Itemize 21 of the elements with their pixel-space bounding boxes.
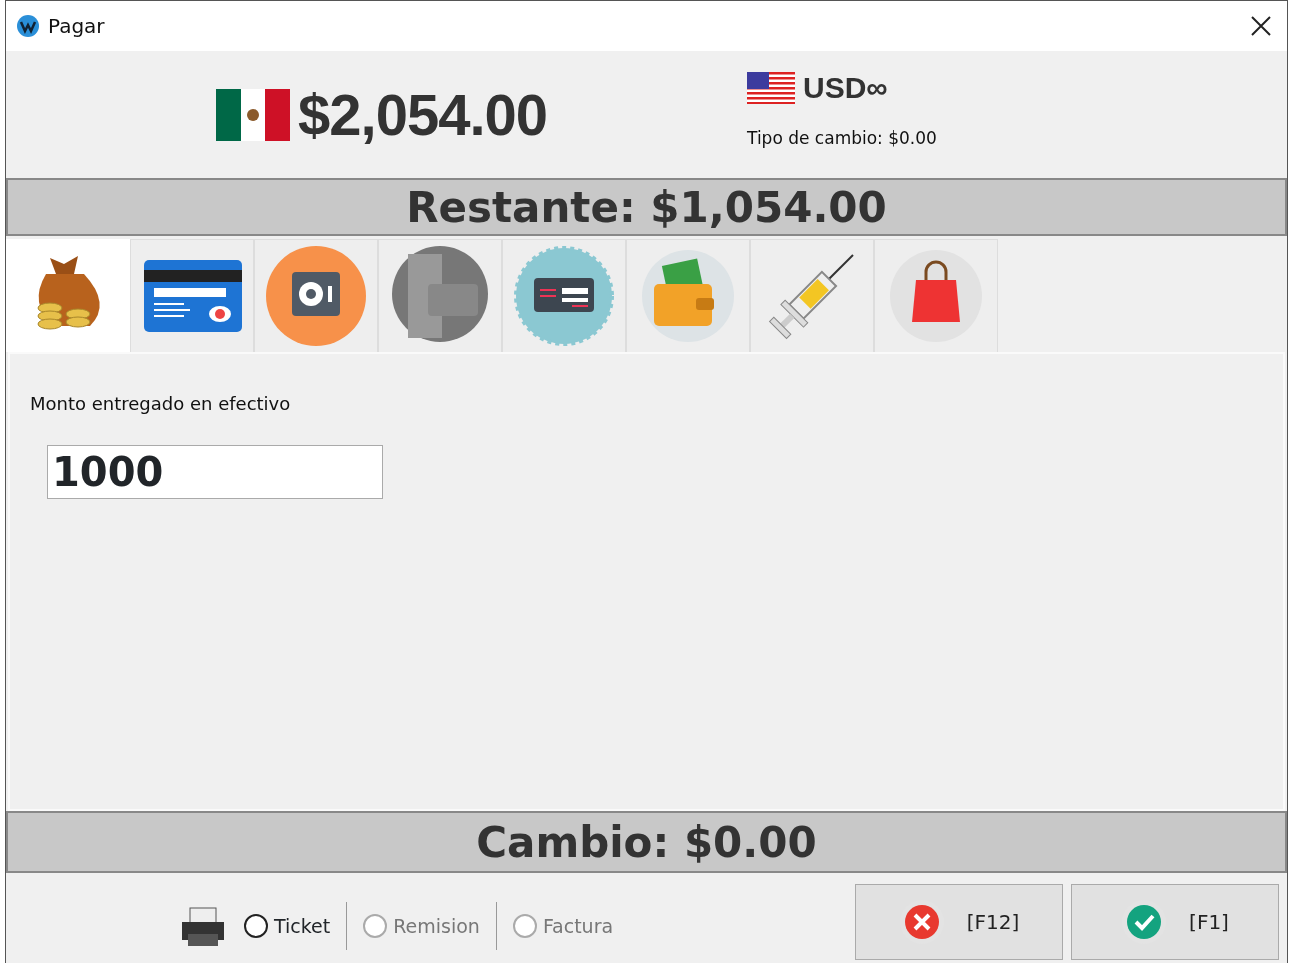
app-logo-icon [16,14,40,39]
payment-tab[interactable] [254,239,378,352]
payment-tab[interactable] [502,239,626,352]
safe-icon [264,244,368,348]
exchange-rate: Tipo de cambio: $0.00 [747,127,937,151]
total-amount: $2,054.00 [298,81,548,149]
amount-label: Monto entregado en efectivo [30,392,292,416]
print-option-radio: Factura [496,902,630,950]
cancel-button[interactable]: [F12] [855,884,1063,960]
cheque-icon [512,244,616,348]
print-option-radio: Remision [347,902,497,950]
amount-field[interactable]: 1000 [47,445,383,499]
payment-tab[interactable] [130,239,254,352]
window-title: Pagar [48,13,105,40]
currency-label: USD∞ [803,70,888,107]
change-banner: Cambio: $0.00 [6,811,1287,873]
print-option-radio[interactable]: Ticket [228,902,348,950]
mexico-flag-icon [216,88,290,141]
accept-button[interactable]: [F1] [1071,884,1279,960]
remaining-banner: Restante: $1,054.00 [6,178,1287,236]
usa-flag-icon [747,71,796,104]
